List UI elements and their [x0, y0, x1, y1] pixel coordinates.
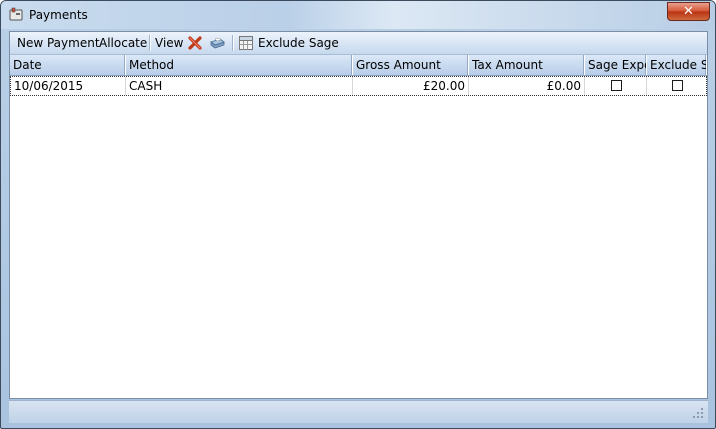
- cell-method: CASH: [126, 77, 353, 95]
- cell-sage-export: [585, 77, 647, 95]
- title-bar[interactable]: Payments ✕: [1, 1, 715, 29]
- view-button[interactable]: View: [155, 36, 183, 50]
- payments-panel: New Payment Allocate View Exclude Sage D…: [9, 31, 708, 399]
- column-header-method[interactable]: Method: [126, 55, 353, 75]
- cell-gross-amount: £20.00: [353, 77, 469, 95]
- status-bar: [9, 400, 708, 423]
- print-icon[interactable]: [209, 35, 225, 51]
- toolbar: New Payment Allocate View Exclude Sage: [10, 32, 707, 55]
- toolbar-separator: [232, 35, 234, 51]
- column-header-date[interactable]: Date: [10, 55, 126, 75]
- exclude-sage-checkbox[interactable]: [672, 80, 683, 91]
- cell-tax-amount: £0.00: [469, 77, 585, 95]
- column-header-tax-amount[interactable]: Tax Amount: [469, 55, 585, 75]
- resize-grip-icon[interactable]: [692, 407, 704, 419]
- delete-icon[interactable]: [187, 35, 203, 51]
- exclude-sage-button[interactable]: Exclude Sage: [258, 36, 339, 50]
- cell-date: 10/06/2015: [11, 77, 126, 95]
- allocate-button[interactable]: Allocate: [99, 36, 147, 50]
- payments-window: Payments ✕ New Payment Allocate View Exc…: [0, 0, 716, 429]
- window-title: Payments: [29, 8, 88, 22]
- app-icon: [9, 7, 23, 21]
- table-row[interactable]: 10/06/2015 CASH £20.00 £0.00: [10, 76, 707, 96]
- column-header-gross-amount[interactable]: Gross Amount: [353, 55, 469, 75]
- exclude-grid-icon[interactable]: [238, 35, 254, 51]
- cell-exclude-sage: [647, 77, 706, 95]
- new-payment-button[interactable]: New Payment: [17, 36, 100, 50]
- column-header-sage-export[interactable]: Sage Expo: [585, 55, 647, 75]
- column-header-exclude-sage[interactable]: Exclude S: [647, 55, 707, 75]
- close-icon: ✕: [683, 4, 694, 19]
- sage-export-checkbox[interactable]: [611, 80, 622, 91]
- grid-header: Date Method Gross Amount Tax Amount Sage…: [10, 55, 707, 76]
- close-button[interactable]: ✕: [667, 2, 710, 21]
- toolbar-separator: [149, 35, 151, 51]
